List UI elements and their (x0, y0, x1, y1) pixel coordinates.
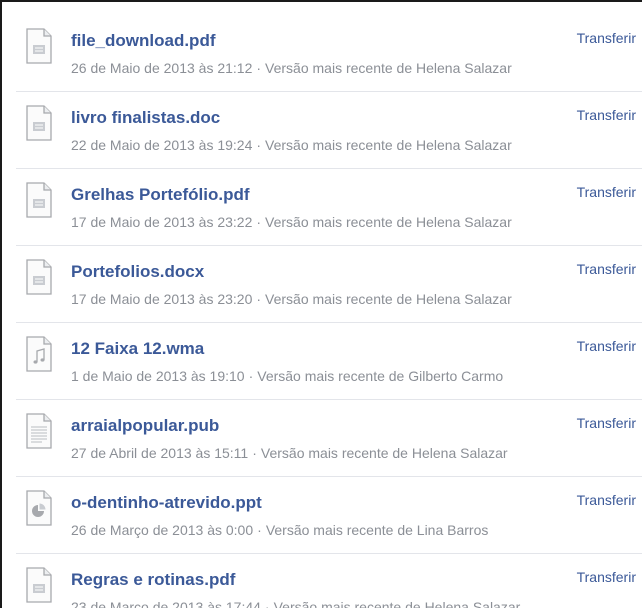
file-name-link[interactable]: Grelhas Portefólio.pdf (71, 185, 250, 205)
meta-separator: · (256, 214, 262, 230)
download-link[interactable]: Transferir (577, 261, 636, 277)
file-row: Regras e rotinas.pdf 23 de Março de 2013… (16, 554, 642, 608)
file-meta: 26 de Março de 2013 às 0:00 · Versão mais … (71, 522, 488, 538)
download-link[interactable]: Transferir (577, 107, 636, 123)
file-version-info: Versão mais recente de Helena Salazar (265, 214, 512, 230)
meta-separator: · (264, 599, 270, 608)
file-meta: 1 de Maio de 2013 às 19:10 · Versão mais r… (71, 368, 503, 384)
file-name-link[interactable]: livro finalistas.doc (71, 108, 220, 128)
file-meta: 17 de Maio de 2013 às 23:22 · Versão mais … (71, 214, 512, 230)
file-date: 26 de Maio de 2013 às 21:12 (71, 60, 253, 76)
file-row: Grelhas Portefólio.pdf 17 de Maio de 201… (16, 169, 642, 246)
meta-separator: · (248, 368, 254, 384)
file-row: livro finalistas.doc 22 de Maio de 2013 … (16, 92, 642, 169)
presentation-file-icon[interactable] (26, 490, 52, 526)
file-meta: 17 de Maio de 2013 às 23:20 · Versão mais … (71, 291, 512, 307)
file-version-info: Versão mais recente de Helena Salazar (260, 445, 508, 461)
file-version-info: Versão mais recente de Helena Salazar (265, 291, 512, 307)
file-name-link[interactable]: arraialpopular.pub (71, 416, 219, 436)
meta-separator: · (256, 60, 262, 76)
file-version-info: Versão mais recente de Helena Salazar (273, 599, 521, 608)
file-meta: 27 de Abril de 2013 às 15:11 · Versão mais… (71, 445, 508, 461)
file-name-link[interactable]: o-dentinho-atrevido.ppt (71, 493, 262, 513)
download-link[interactable]: Transferir (577, 30, 636, 46)
meta-separator: · (252, 445, 257, 461)
text-file-icon[interactable] (26, 413, 52, 449)
file-name-link[interactable]: file_download.pdf (71, 31, 216, 51)
download-link[interactable]: Transferir (577, 184, 636, 200)
file-name-link[interactable]: Regras e rotinas.pdf (71, 570, 235, 590)
document-icon[interactable] (26, 182, 52, 218)
meta-separator: · (256, 291, 262, 307)
meta-separator: · (256, 137, 262, 153)
audio-file-icon[interactable] (26, 336, 52, 372)
file-list-panel: file_download.pdf 26 de Maio de 2013 às … (0, 0, 642, 608)
file-row: Portefolios.docx 17 de Maio de 2013 às 2… (16, 246, 642, 323)
file-version-info: Versão mais recente de Helena Salazar (265, 60, 512, 76)
file-date: 26 de Março de 2013 às 0:00 (71, 522, 254, 538)
file-row: 12 Faixa 12.wma 1 de Maio de 2013 às 19:… (16, 323, 642, 400)
download-link[interactable]: Transferir (577, 569, 636, 585)
file-meta: 26 de Maio de 2013 às 21:12 · Versão mais … (71, 60, 512, 76)
file-row: o-dentinho-atrevido.ppt 26 de Março de 2… (16, 477, 642, 554)
file-date: 22 de Maio de 2013 às 19:24 (71, 137, 253, 153)
file-meta: 23 de Março de 2013 às 17:44 · Versão mais… (71, 599, 520, 608)
document-icon[interactable] (26, 567, 52, 603)
file-name-link[interactable]: Portefolios.docx (71, 262, 204, 282)
file-date: 23 de Março de 2013 às 17:44 (71, 599, 261, 608)
file-name-link[interactable]: 12 Faixa 12.wma (71, 339, 204, 359)
download-link[interactable]: Transferir (577, 492, 636, 508)
file-version-info: Versão mais recente de Gilberto Carmo (257, 368, 504, 384)
file-row: arraialpopular.pub 27 de Abril de 2013 à… (16, 400, 642, 477)
document-icon[interactable] (26, 105, 52, 141)
file-version-info: Versão mais recente de Helena Salazar (265, 137, 512, 153)
download-link[interactable]: Transferir (577, 338, 636, 354)
meta-separator: · (257, 522, 262, 538)
file-meta: 22 de Maio de 2013 às 19:24 · Versão mais … (71, 137, 512, 153)
file-row: file_download.pdf 26 de Maio de 2013 às … (16, 15, 642, 92)
file-date: 17 de Maio de 2013 às 23:20 (71, 291, 253, 307)
file-date: 17 de Maio de 2013 às 23:22 (71, 214, 253, 230)
document-icon[interactable] (26, 259, 52, 295)
file-version-info: Versão mais recente de Lina Barros (265, 522, 489, 538)
file-date: 27 de Abril de 2013 às 15:11 (71, 445, 249, 461)
download-link[interactable]: Transferir (577, 415, 636, 431)
document-icon[interactable] (26, 28, 52, 64)
file-date: 1 de Maio de 2013 às 19:10 (71, 368, 245, 384)
